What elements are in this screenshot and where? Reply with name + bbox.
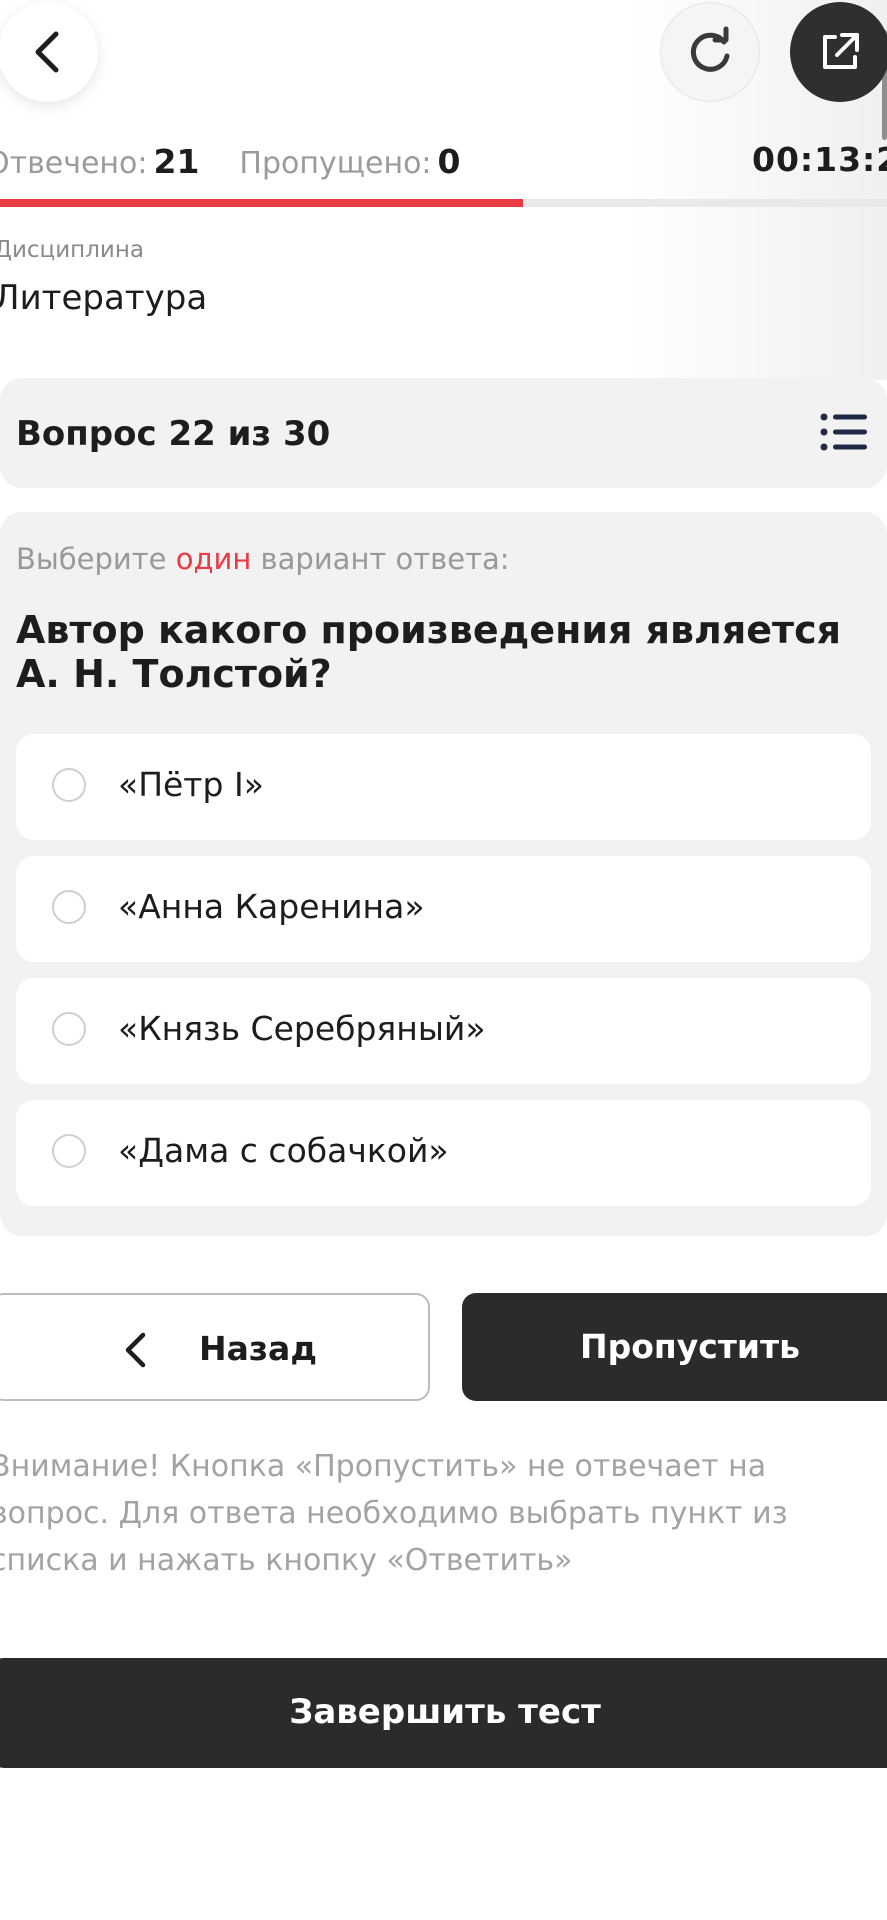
answer-option-4[interactable]: «Дама с собачкой»	[16, 1100, 871, 1206]
answered-label: Отвечено:	[0, 146, 148, 181]
answer-option-3[interactable]: «Князь Серебряный»	[16, 978, 871, 1084]
back-button[interactable]	[0, 2, 98, 102]
answer-option-1[interactable]: «Пётр I»	[16, 734, 871, 840]
radio-button[interactable]	[52, 1012, 86, 1046]
reload-icon	[690, 26, 730, 72]
discipline-label: Дисциплина	[0, 237, 144, 263]
discipline-value: Литература	[0, 278, 208, 318]
answer-stats: Отвечено: 21 Пропущено: 0	[0, 142, 461, 181]
question-number: Вопрос 22 из 30	[16, 414, 331, 454]
progress-fill	[0, 199, 524, 207]
timer: 00:13:2	[752, 140, 887, 179]
skipped-count: 0	[437, 142, 461, 181]
radio-button[interactable]	[52, 1134, 86, 1168]
option-label: «Анна Каренина»	[118, 887, 425, 926]
answer-option-2[interactable]: «Анна Каренина»	[16, 856, 871, 962]
option-label: «Пётр I»	[118, 765, 264, 804]
question-header: Вопрос 22 из 30	[0, 378, 887, 488]
chevron-left-icon	[125, 1332, 146, 1368]
list-icon[interactable]	[820, 412, 868, 452]
external-link-icon	[823, 33, 859, 69]
instruction-accent: один	[175, 542, 252, 576]
skip-label: Пропустить	[580, 1327, 801, 1366]
back-label: Назад	[199, 1329, 317, 1368]
question-text: Автор какого произведения является А. Н.…	[16, 608, 841, 696]
instruction-text: Выберите	[16, 542, 176, 576]
skip-button[interactable]: Пропустить	[462, 1293, 887, 1401]
reload-button[interactable]	[660, 2, 760, 102]
finish-test-button[interactable]: Завершить тест	[0, 1658, 887, 1768]
option-label: «Дама с собачкой»	[118, 1131, 449, 1170]
previous-question-button[interactable]: Назад	[0, 1293, 430, 1401]
instruction-text-end: вариант ответа:	[251, 542, 510, 576]
skip-notice: Внимание! Кнопка «Пропустить» не отвечае…	[0, 1449, 788, 1578]
progress-bar	[0, 199, 887, 207]
chevron-left-icon	[35, 31, 59, 73]
open-external-button[interactable]	[790, 2, 887, 102]
radio-button[interactable]	[52, 768, 86, 802]
answer-instruction: Выберите один вариант ответа:	[16, 542, 510, 576]
answered-count: 21	[153, 142, 200, 181]
test-screen: Отвечено: 21 Пропущено: 0 00:13:2 Дисциплин…	[0, 0, 887, 1920]
finish-label: Завершить тест	[289, 1692, 601, 1732]
skipped-label: Пропущено:	[239, 146, 432, 181]
option-label: «Князь Серебряный»	[118, 1009, 486, 1048]
radio-button[interactable]	[52, 890, 86, 924]
question-card: Выберите один вариант ответа: Автор како…	[0, 512, 887, 1236]
